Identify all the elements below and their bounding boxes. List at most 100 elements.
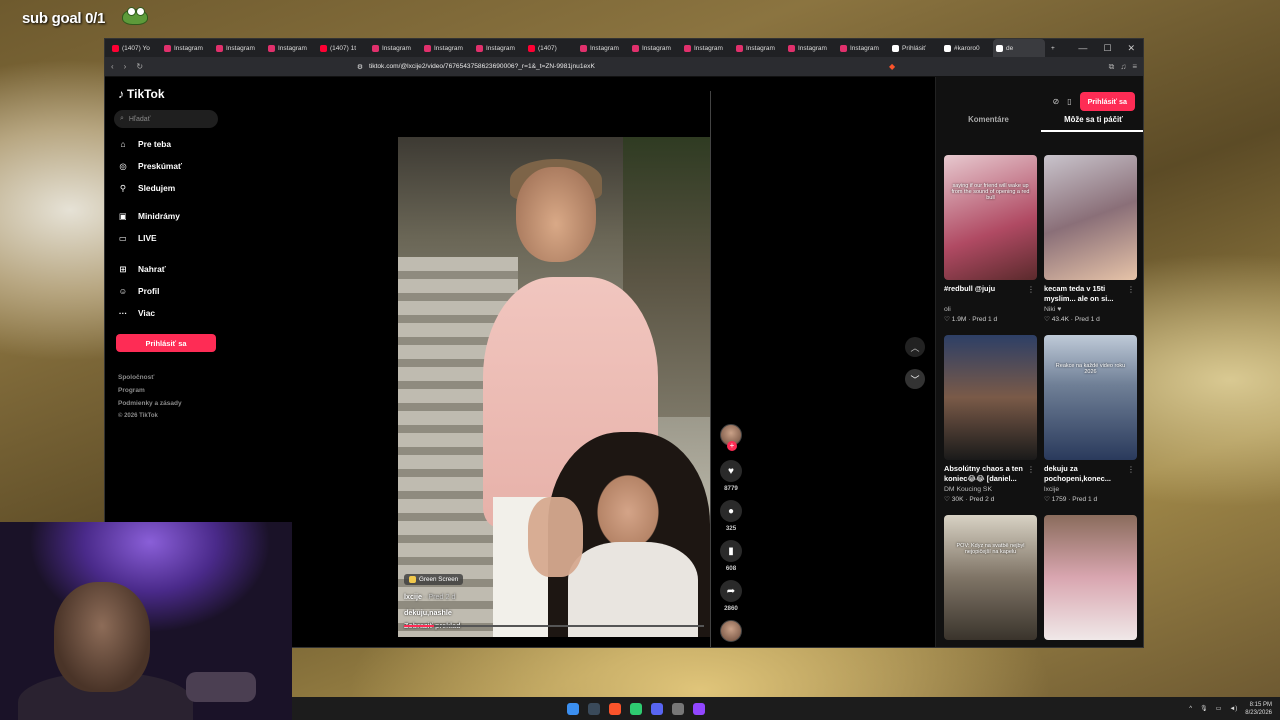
browser-tab[interactable]: Instagram xyxy=(629,44,681,52)
nav-preskumat[interactable]: ◎ Preskúmať xyxy=(117,160,182,172)
browser-tab[interactable]: (1407) xyxy=(525,44,577,52)
footer-link-terms[interactable]: Podmienky a zásady xyxy=(118,400,182,407)
video-thumbnail[interactable] xyxy=(1044,515,1137,640)
nav-live[interactable]: ▭ LIVE xyxy=(117,232,157,244)
clock[interactable]: 8:15 PM 8/23/2026 xyxy=(1245,701,1272,717)
new-tab-button[interactable]: + xyxy=(1045,45,1061,52)
card-title[interactable]: dekuju za pochopeni,konec... xyxy=(1044,464,1137,485)
video-thumbnail[interactable] xyxy=(944,335,1037,460)
browser-tab[interactable]: Instagram xyxy=(577,44,629,52)
volume-icon[interactable]: ◄) xyxy=(1229,706,1237,712)
author-name[interactable]: lxcije xyxy=(404,592,422,601)
browser-tab[interactable]: Instagram xyxy=(421,44,473,52)
follow-plus-icon[interactable]: + xyxy=(727,441,737,451)
green-screen-badge[interactable]: Green Screen xyxy=(404,574,464,585)
nav-minidramy[interactable]: ▣ Minidrámy xyxy=(117,210,180,222)
url-field[interactable]: ⚙ tiktok.com/@lxcije2/video/767654375862… xyxy=(349,60,879,74)
compass-icon[interactable]: ⊘ xyxy=(1052,97,1059,106)
more-options-icon[interactable]: ⋮ xyxy=(1127,465,1135,474)
video-author[interactable]: lxcije · Pred 2 d xyxy=(404,592,456,601)
related-video-card[interactable]: POV: Kdyz na svatbě nejbyl nejopičejší n… xyxy=(944,515,1037,647)
video-thumbnail[interactable]: saying if our friend will wake up from t… xyxy=(944,155,1037,280)
chevron-up-icon[interactable]: ^ xyxy=(1189,706,1192,712)
video-player[interactable]: Green Screen lxcije · Pred 2 d dekuju,na… xyxy=(398,137,710,637)
browser-tab[interactable]: Instagram xyxy=(213,44,265,52)
nav-nahrat[interactable]: ⊞ Nahrať xyxy=(117,263,165,275)
video-thumbnail[interactable]: Reakce na každé video roku 2026 xyxy=(1044,335,1137,460)
twitch-icon[interactable] xyxy=(693,702,705,715)
close-window-icon[interactable]: ✕ xyxy=(1127,43,1135,54)
header-login-button[interactable]: Prihlásiť sa xyxy=(1079,92,1135,111)
browser-tab[interactable]: Instagram xyxy=(837,44,889,52)
tab-comments[interactable]: Komentáre xyxy=(936,115,1041,132)
site-info-icon[interactable]: ⚙ xyxy=(357,63,363,71)
browser-tab[interactable]: #karoro0 xyxy=(941,44,993,52)
settings-icon[interactable] xyxy=(672,702,684,715)
more-options-icon[interactable]: ⋮ xyxy=(1127,285,1135,294)
more-options-icon[interactable]: ⋮ xyxy=(1027,465,1035,474)
previous-video-button[interactable]: ︿ xyxy=(905,337,925,357)
footer-link-company[interactable]: Spoločnosť xyxy=(118,374,154,381)
brave-shield-icon[interactable]: ◆ xyxy=(889,62,895,71)
footer-link-program[interactable]: Program xyxy=(118,387,145,394)
start-icon[interactable] xyxy=(567,702,579,715)
next-video-button[interactable]: ﹀ xyxy=(905,369,925,389)
comment-button[interactable]: ● xyxy=(720,500,742,522)
browser-tab[interactable]: (1407) 1t xyxy=(317,44,369,52)
extensions-icon[interactable]: ⧉ xyxy=(1109,62,1115,72)
nav-pre-teba[interactable]: ⌂ Pre teba xyxy=(117,138,171,150)
browser-tab[interactable]: Instagram xyxy=(473,44,525,52)
tiktok-logo[interactable]: ♪ TikTok xyxy=(118,87,165,101)
browser-tab[interactable]: (1407) Yo xyxy=(109,44,161,52)
discord-icon[interactable] xyxy=(651,702,663,715)
related-video-card[interactable]: Reakce na každé video roku 2026 dekuju za… xyxy=(1044,335,1137,515)
share-button[interactable]: ➦ xyxy=(720,580,742,602)
login-button[interactable]: Prihlásiť sa xyxy=(116,334,216,352)
maximize-icon[interactable]: ☐ xyxy=(1103,43,1111,54)
like-button[interactable]: ♥ xyxy=(720,460,742,482)
card-author[interactable]: oli xyxy=(944,306,1037,313)
browser-tab[interactable]: Instagram xyxy=(161,44,213,52)
mic-icon[interactable]: 🎙 xyxy=(1200,705,1208,712)
browser-tab[interactable]: Instagram xyxy=(265,44,317,52)
browser-tab[interactable]: Instagram xyxy=(681,44,733,52)
tab-related[interactable]: Môže sa ti páčiť xyxy=(1041,115,1143,132)
minimize-icon[interactable]: — xyxy=(1078,43,1087,54)
video-progress-bar[interactable] xyxy=(404,625,704,627)
card-author[interactable]: DM Koucing SK xyxy=(944,486,1037,493)
media-icon[interactable]: ♫ xyxy=(1120,62,1126,72)
forward-icon[interactable]: › xyxy=(124,62,127,71)
menu-icon[interactable]: ≡ xyxy=(1132,62,1137,72)
video-thumbnail[interactable] xyxy=(1044,155,1137,280)
related-video-card[interactable]: Absolútny chaos a ten koniec😂😂 [daniel..… xyxy=(944,335,1037,515)
device-icon[interactable]: ▯ xyxy=(1067,97,1071,106)
back-icon[interactable]: ‹ xyxy=(111,62,114,71)
nav-sledujem[interactable]: ⚲ Sledujem xyxy=(117,182,175,194)
related-video-card[interactable] xyxy=(1044,515,1137,647)
browser-tab[interactable]: Prihlásiť xyxy=(889,44,941,52)
card-title[interactable]: Absolútny chaos a ten koniec😂😂 [daniel..… xyxy=(944,464,1037,485)
reload-icon[interactable]: ↻ xyxy=(136,62,143,71)
related-video-card[interactable]: saying if our friend will wake up from t… xyxy=(944,155,1037,335)
browser-tab[interactable]: Instagram xyxy=(733,44,785,52)
browser-tab[interactable]: Instagram xyxy=(369,44,421,52)
network-icon[interactable]: ▭ xyxy=(1216,705,1222,712)
explorer-icon[interactable] xyxy=(588,702,600,715)
video-thumbnail[interactable]: POV: Kdyz na svatbě nejbyl nejopičejší n… xyxy=(944,515,1037,640)
more-options-icon[interactable]: ⋮ xyxy=(1027,285,1035,294)
brave-icon[interactable] xyxy=(609,702,621,715)
search-input[interactable]: ⌕ Hľadať xyxy=(114,110,218,128)
sound-avatar[interactable] xyxy=(720,620,742,642)
browser-tab[interactable]: de xyxy=(993,39,1045,57)
card-title[interactable]: kecam teda v 15ti myslim... ale on si... xyxy=(1044,284,1137,305)
related-video-card[interactable]: kecam teda v 15ti myslim... ale on si...… xyxy=(1044,155,1137,335)
nav-viac[interactable]: ··· Viac xyxy=(117,307,155,319)
obs-icon[interactable] xyxy=(630,702,642,715)
author-avatar[interactable]: + xyxy=(720,424,742,451)
card-author[interactable]: Niki ♥ xyxy=(1044,306,1137,313)
card-author[interactable]: lxcije xyxy=(1044,486,1137,493)
browser-tab[interactable]: Instagram xyxy=(785,44,837,52)
card-title[interactable]: #redbull @juju xyxy=(944,284,1037,305)
nav-profil[interactable]: ☺ Profil xyxy=(117,285,160,297)
save-button[interactable]: ▮ xyxy=(720,540,742,562)
